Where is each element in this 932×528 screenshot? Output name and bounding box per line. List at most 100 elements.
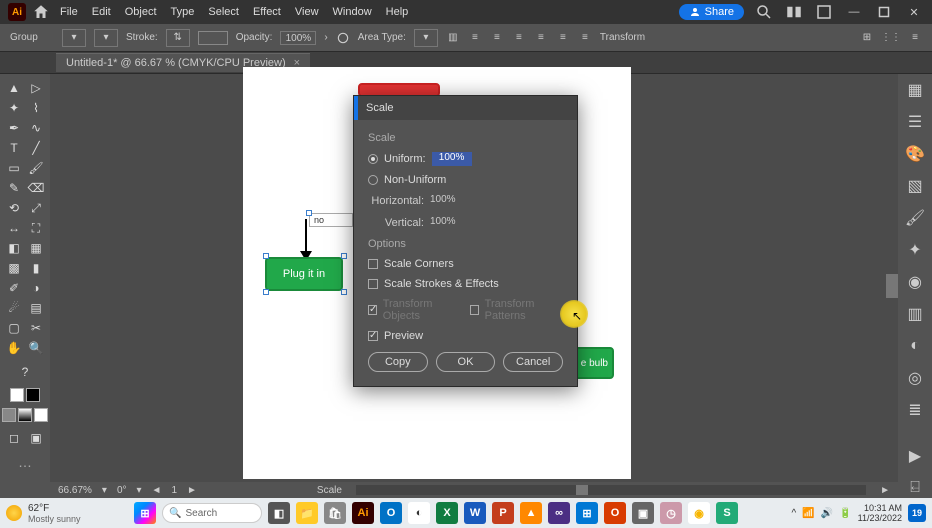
vs-icon[interactable]: ∞: [548, 502, 570, 524]
excel-icon[interactable]: X: [436, 502, 458, 524]
chrome-icon[interactable]: ◐: [408, 502, 430, 524]
scrollbar-thumb[interactable]: [886, 274, 898, 298]
selection-handle[interactable]: [341, 253, 347, 259]
brushes-panel-icon[interactable]: 🖌: [905, 208, 925, 228]
chrome2-icon[interactable]: ◉: [688, 502, 710, 524]
opacity-field[interactable]: 100%: [280, 31, 316, 45]
fill-swatch[interactable]: [10, 388, 24, 402]
selection-tool-icon[interactable]: ▲: [4, 78, 24, 98]
artboard-nav-next-icon[interactable]: ►: [187, 485, 197, 496]
rectangle-tool-icon[interactable]: ▭: [4, 158, 24, 178]
store-icon[interactable]: 🛍: [324, 502, 346, 524]
matlab-icon[interactable]: ▲: [520, 502, 542, 524]
illustrator-taskbar-icon[interactable]: Ai: [352, 502, 374, 524]
flow-label[interactable]: no: [309, 213, 353, 227]
artboard-tool-icon[interactable]: ▢: [4, 318, 24, 338]
notifications-icon[interactable]: 19: [908, 504, 926, 522]
gradient-tool-icon[interactable]: ▮: [26, 258, 46, 278]
align-center-icon[interactable]: ≡: [490, 31, 504, 45]
artboard-number[interactable]: 1: [171, 485, 177, 496]
scrollbar-thumb[interactable]: [576, 485, 588, 495]
brush-tool-icon[interactable]: 🖌: [26, 158, 46, 178]
areatype-dropdown[interactable]: ▾: [414, 29, 438, 47]
blend-tool-icon[interactable]: ◑: [26, 278, 46, 298]
menu-file[interactable]: File: [60, 6, 78, 18]
transparency-panel-icon[interactable]: ◐: [905, 336, 925, 356]
align-mid-icon[interactable]: ≡: [556, 31, 570, 45]
flow-process-shape[interactable]: Plug it in: [265, 257, 343, 291]
workspace-icon[interactable]: [814, 3, 834, 21]
symbols-panel-icon[interactable]: ✦: [905, 240, 925, 260]
hand-tool-icon[interactable]: ✋: [4, 338, 24, 358]
type-tool-icon[interactable]: T: [4, 138, 24, 158]
menu-object[interactable]: Object: [125, 6, 157, 18]
lasso-tool-icon[interactable]: ⌇: [26, 98, 46, 118]
terminal-icon[interactable]: ▣: [632, 502, 654, 524]
menu-edit[interactable]: Edit: [92, 6, 111, 18]
volume-icon[interactable]: 🔊: [821, 508, 833, 519]
chevron-down-icon[interactable]: ▾: [137, 485, 142, 496]
gradient-swatch[interactable]: [18, 408, 32, 422]
align-bottom-icon[interactable]: ≡: [578, 31, 592, 45]
line-tool-icon[interactable]: ╱: [26, 138, 46, 158]
close-icon[interactable]: ✕: [904, 3, 924, 21]
align-top-icon[interactable]: ≡: [534, 31, 548, 45]
scale-strokes-checkbox[interactable]: [368, 279, 378, 289]
scale-tool-icon[interactable]: ⤢: [26, 198, 46, 218]
rotate-tool-icon[interactable]: ⟲: [4, 198, 24, 218]
maximize-icon[interactable]: [874, 3, 894, 21]
menu-view[interactable]: View: [295, 6, 319, 18]
graph-tool-icon[interactable]: ▤: [26, 298, 46, 318]
clock-icon[interactable]: ◷: [660, 502, 682, 524]
stroke-panel-icon[interactable]: ◉: [905, 272, 925, 292]
swatches-panel-icon[interactable]: ▧: [905, 176, 925, 196]
scroll-right-icon[interactable]: ►: [880, 485, 890, 496]
dialog-title[interactable]: Scale: [354, 96, 577, 120]
width-tool-icon[interactable]: ↔: [4, 218, 24, 238]
tray-chevron-icon[interactable]: ^: [792, 508, 797, 519]
search-icon[interactable]: [754, 3, 774, 21]
calculator-icon[interactable]: ⊞: [576, 502, 598, 524]
transform-label[interactable]: Transform: [600, 32, 645, 43]
selection-handle[interactable]: [263, 289, 269, 295]
align-obj-icon[interactable]: ▥: [446, 31, 460, 45]
taskview-icon[interactable]: ◧: [268, 502, 290, 524]
timeline-play-icon[interactable]: ▶: [905, 446, 925, 466]
none-swatch[interactable]: [34, 408, 48, 422]
recolor-icon[interactable]: [336, 31, 350, 45]
snap-icon[interactable]: ⊞: [860, 31, 874, 45]
shape-builder-tool-icon[interactable]: ◧: [4, 238, 24, 258]
properties-panel-icon[interactable]: ▦: [905, 80, 925, 100]
powerpoint-icon[interactable]: P: [492, 502, 514, 524]
menu-effect[interactable]: Effect: [253, 6, 281, 18]
wifi-icon[interactable]: 📶: [802, 508, 814, 519]
magic-wand-tool-icon[interactable]: ✦: [4, 98, 24, 118]
colormode-swatch[interactable]: [2, 408, 16, 422]
stroke-swatch[interactable]: [26, 388, 40, 402]
menu-type[interactable]: Type: [171, 6, 195, 18]
share-button[interactable]: Share: [679, 4, 744, 20]
color-panel-icon[interactable]: 🎨: [905, 144, 925, 164]
menu-help[interactable]: Help: [386, 6, 409, 18]
drawmode-icon[interactable]: ◻: [4, 428, 24, 448]
toolbar-more-icon[interactable]: …: [18, 454, 32, 470]
layers-panel-icon[interactable]: ≣: [905, 400, 925, 420]
explorer-icon[interactable]: 📁: [296, 502, 318, 524]
align-left-icon[interactable]: ≡: [468, 31, 482, 45]
snagit-icon[interactable]: S: [716, 502, 738, 524]
menu-window[interactable]: Window: [333, 6, 372, 18]
nonuniform-radio[interactable]: [368, 175, 378, 185]
chevron-down-icon[interactable]: ▾: [102, 485, 107, 496]
symbol-tool-icon[interactable]: ☄: [4, 298, 24, 318]
arrange-icon[interactable]: [784, 3, 804, 21]
opacity-arrow-icon[interactable]: ›: [324, 32, 327, 43]
selection-handle[interactable]: [306, 210, 312, 216]
artboard-nav-prev-icon[interactable]: ◄: [152, 485, 162, 496]
appearance-panel-icon[interactable]: ◎: [905, 368, 925, 388]
taskbar-search[interactable]: 🔍Search: [162, 503, 262, 523]
export-panel-icon[interactable]: ⍇: [905, 478, 925, 498]
zoom-tool-icon[interactable]: 🔍: [26, 338, 46, 358]
selection-handle[interactable]: [263, 253, 269, 259]
curvature-tool-icon[interactable]: ∿: [26, 118, 46, 138]
fill-dropdown[interactable]: ▾: [62, 29, 86, 47]
